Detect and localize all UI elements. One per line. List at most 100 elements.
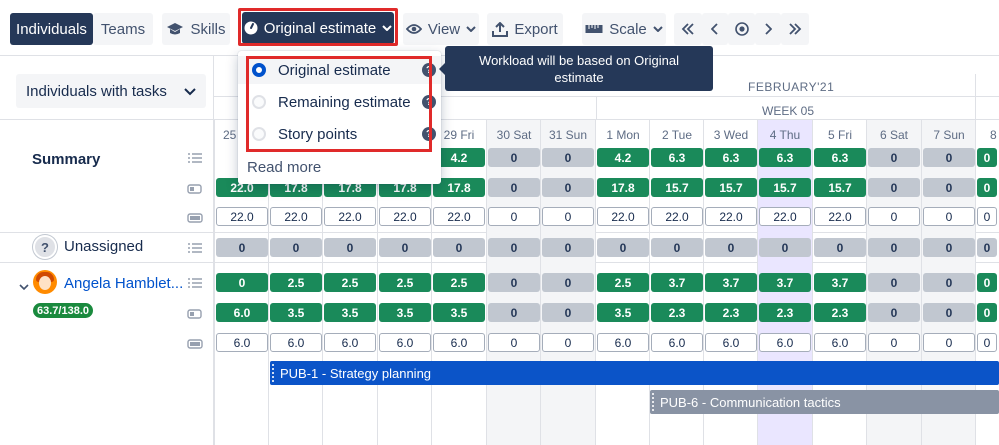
workload-cell[interactable]: 0 — [488, 178, 540, 197]
workload-cell[interactable]: 0 — [923, 238, 975, 257]
workload-cell[interactable]: 0 — [216, 273, 268, 292]
workload-cell[interactable]: 0 — [868, 303, 920, 322]
workload-cell[interactable]: 15.7 — [759, 178, 811, 197]
workload-cell[interactable]: 3.5 — [433, 303, 485, 322]
workload-cell[interactable]: 0 — [542, 303, 594, 322]
workload-cell[interactable]: 0 — [868, 333, 920, 352]
workload-cell[interactable]: 0 — [216, 238, 268, 257]
workload-cell[interactable]: 6.0 — [433, 333, 485, 352]
workload-cell[interactable]: 6.3 — [651, 148, 703, 167]
scale-button[interactable]: Scale — [582, 13, 666, 45]
workload-cell[interactable]: 6.0 — [270, 333, 322, 352]
workload-cell[interactable]: 0 — [868, 178, 920, 197]
workload-cell[interactable]: 4.2 — [597, 148, 649, 167]
workload-cell[interactable]: 0 — [977, 178, 997, 197]
workload-cell[interactable]: 6.3 — [759, 148, 811, 167]
workload-cell[interactable]: 2.5 — [270, 273, 322, 292]
task-bar[interactable]: PUB-6 - Communication tactics — [650, 390, 999, 414]
workload-cell[interactable]: 22.0 — [651, 207, 703, 226]
workload-cell[interactable]: 22.0 — [705, 207, 757, 226]
workload-cell[interactable]: 6.3 — [814, 148, 866, 167]
workload-cell[interactable]: 6.3 — [705, 148, 757, 167]
workload-cell[interactable]: 22.0 — [759, 207, 811, 226]
workload-cell[interactable]: 0 — [868, 207, 920, 226]
workload-cell[interactable]: 17.8 — [597, 178, 649, 197]
workload-cell[interactable]: 0 — [597, 238, 649, 257]
teams-tab[interactable]: Teams — [93, 13, 153, 45]
workload-cell[interactable]: 0 — [488, 333, 540, 352]
workload-cell[interactable]: 2.3 — [759, 303, 811, 322]
workload-cell[interactable]: 0 — [542, 148, 594, 167]
workload-cell[interactable]: 3.7 — [651, 273, 703, 292]
workload-cell[interactable]: 0 — [868, 238, 920, 257]
workload-cell[interactable]: 0 — [488, 273, 540, 292]
workload-cell[interactable]: 0 — [923, 207, 975, 226]
workload-cell[interactable]: 15.7 — [814, 178, 866, 197]
workload-cell[interactable]: 6.0 — [216, 333, 268, 352]
workload-cell[interactable]: 0 — [488, 238, 540, 257]
prev-button[interactable] — [702, 13, 728, 45]
workload-cell[interactable]: 0 — [923, 273, 975, 292]
workload-cell[interactable]: 0 — [977, 148, 997, 167]
user-name-link[interactable]: Angela Hamblet... — [64, 275, 183, 292]
workload-cell[interactable]: 0 — [923, 333, 975, 352]
workload-cell[interactable]: 0 — [651, 238, 703, 257]
workload-cell[interactable]: 0 — [977, 238, 997, 257]
workload-cell[interactable]: 2.5 — [324, 273, 376, 292]
skills-button[interactable]: Skills — [162, 13, 230, 45]
workload-cell[interactable]: 22.0 — [324, 207, 376, 226]
workload-cell[interactable]: 0 — [324, 238, 376, 257]
workload-cell[interactable]: 6.0 — [379, 333, 431, 352]
workload-cell[interactable]: 0 — [542, 238, 594, 257]
workload-cell[interactable]: 15.7 — [651, 178, 703, 197]
workload-cell[interactable]: 0 — [868, 273, 920, 292]
workload-cell[interactable]: 6.0 — [814, 333, 866, 352]
view-button[interactable]: View — [403, 13, 479, 45]
workload-cell[interactable]: 2.3 — [705, 303, 757, 322]
workload-cell[interactable]: 2.5 — [433, 273, 485, 292]
workload-cell[interactable]: 0 — [759, 238, 811, 257]
workload-cell[interactable]: 2.5 — [379, 273, 431, 292]
today-button[interactable] — [728, 13, 755, 45]
collapse-chevron-icon[interactable] — [19, 279, 29, 294]
workload-cell[interactable]: 0 — [977, 207, 997, 226]
workload-cell[interactable]: 6.0 — [705, 333, 757, 352]
jump-forward-button[interactable] — [781, 13, 809, 45]
workload-cell[interactable]: 0 — [379, 238, 431, 257]
read-more-link[interactable]: Read more — [247, 159, 321, 176]
workload-cell[interactable]: 0 — [923, 178, 975, 197]
workload-cell[interactable]: 0 — [433, 238, 485, 257]
workload-cell[interactable]: 3.5 — [379, 303, 431, 322]
group-select[interactable]: Individuals with tasks — [16, 74, 206, 108]
workload-cell[interactable]: 2.5 — [597, 273, 649, 292]
workload-cell[interactable]: 6.0 — [216, 303, 268, 322]
workload-cell[interactable]: 6.0 — [597, 333, 649, 352]
drag-handle[interactable] — [272, 364, 274, 382]
next-button[interactable] — [755, 13, 781, 45]
workload-cell[interactable]: 15.7 — [705, 178, 757, 197]
workload-cell[interactable]: 2.3 — [814, 303, 866, 322]
jump-back-button[interactable] — [674, 13, 702, 45]
workload-cell[interactable]: 3.5 — [324, 303, 376, 322]
workload-cell[interactable]: 0 — [542, 273, 594, 292]
workload-cell[interactable]: 22.0 — [379, 207, 431, 226]
export-button[interactable]: Export — [487, 13, 563, 45]
workload-cell[interactable]: 3.7 — [759, 273, 811, 292]
workload-cell[interactable]: 0 — [977, 333, 997, 352]
workload-cell[interactable]: 6.0 — [324, 333, 376, 352]
workload-cell[interactable]: 22.0 — [433, 207, 485, 226]
workload-cell[interactable]: 2.3 — [651, 303, 703, 322]
workload-cell[interactable]: 0 — [488, 148, 540, 167]
workload-cell[interactable]: 0 — [923, 148, 975, 167]
workload-cell[interactable]: 22.0 — [814, 207, 866, 226]
workload-cell[interactable]: 0 — [814, 238, 866, 257]
workload-cell[interactable]: 3.5 — [270, 303, 322, 322]
workload-cell[interactable]: 3.7 — [814, 273, 866, 292]
workload-cell[interactable]: 6.0 — [651, 333, 703, 352]
workload-cell[interactable]: 22.0 — [597, 207, 649, 226]
workload-cell[interactable]: 0 — [270, 238, 322, 257]
individuals-tab[interactable]: Individuals — [10, 13, 93, 45]
workload-cell[interactable]: 0 — [868, 148, 920, 167]
workload-cell[interactable]: 0 — [542, 207, 594, 226]
workload-cell[interactable]: 3.5 — [597, 303, 649, 322]
